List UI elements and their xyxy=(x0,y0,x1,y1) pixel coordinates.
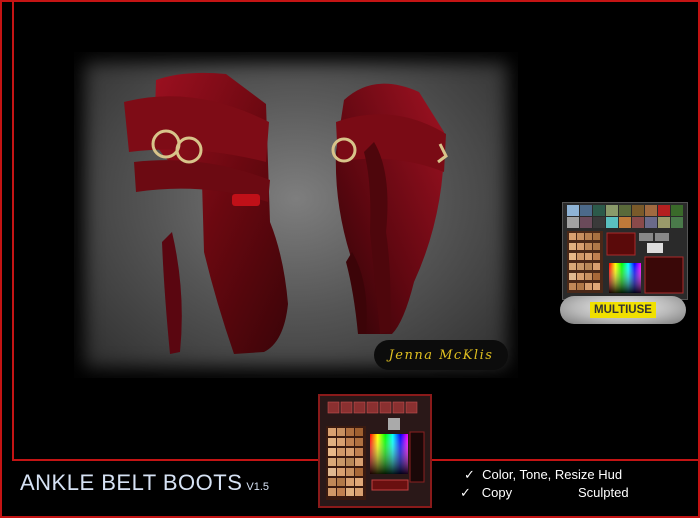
designer-signature: Jenna McKlis xyxy=(374,340,508,370)
frame-divider-vertical xyxy=(12,0,14,461)
boots-illustration xyxy=(124,72,448,354)
check-icon: ✓ xyxy=(464,467,475,482)
hud-preview-large xyxy=(318,394,432,508)
left-boot xyxy=(124,72,288,354)
feature-label: Copy xyxy=(481,485,513,500)
right-boot xyxy=(331,83,448,334)
multiuse-badge: MULTIUSE xyxy=(560,296,686,324)
check-icon: ✓ xyxy=(460,485,471,500)
hud-large-graphic xyxy=(326,401,425,500)
feature-label: Color, Tone, Resize Hud xyxy=(482,467,623,482)
product-photo xyxy=(74,52,518,378)
feature-item: Sculpted xyxy=(578,485,629,500)
multiuse-badge-label: MULTIUSE xyxy=(590,302,656,318)
product-version: V1.5 xyxy=(246,481,270,493)
feature-item: ✓ Color, Tone, Resize Hud xyxy=(464,467,622,483)
feature-item: ✓ Copy xyxy=(460,485,512,501)
hud-small-graphic xyxy=(567,205,684,294)
product-title: ANKLE BELT BOOTS V1.5 xyxy=(20,470,269,496)
feature-label: Sculpted xyxy=(578,485,629,500)
hud-preview-small xyxy=(562,202,688,300)
product-name: ANKLE BELT BOOTS xyxy=(20,470,243,495)
